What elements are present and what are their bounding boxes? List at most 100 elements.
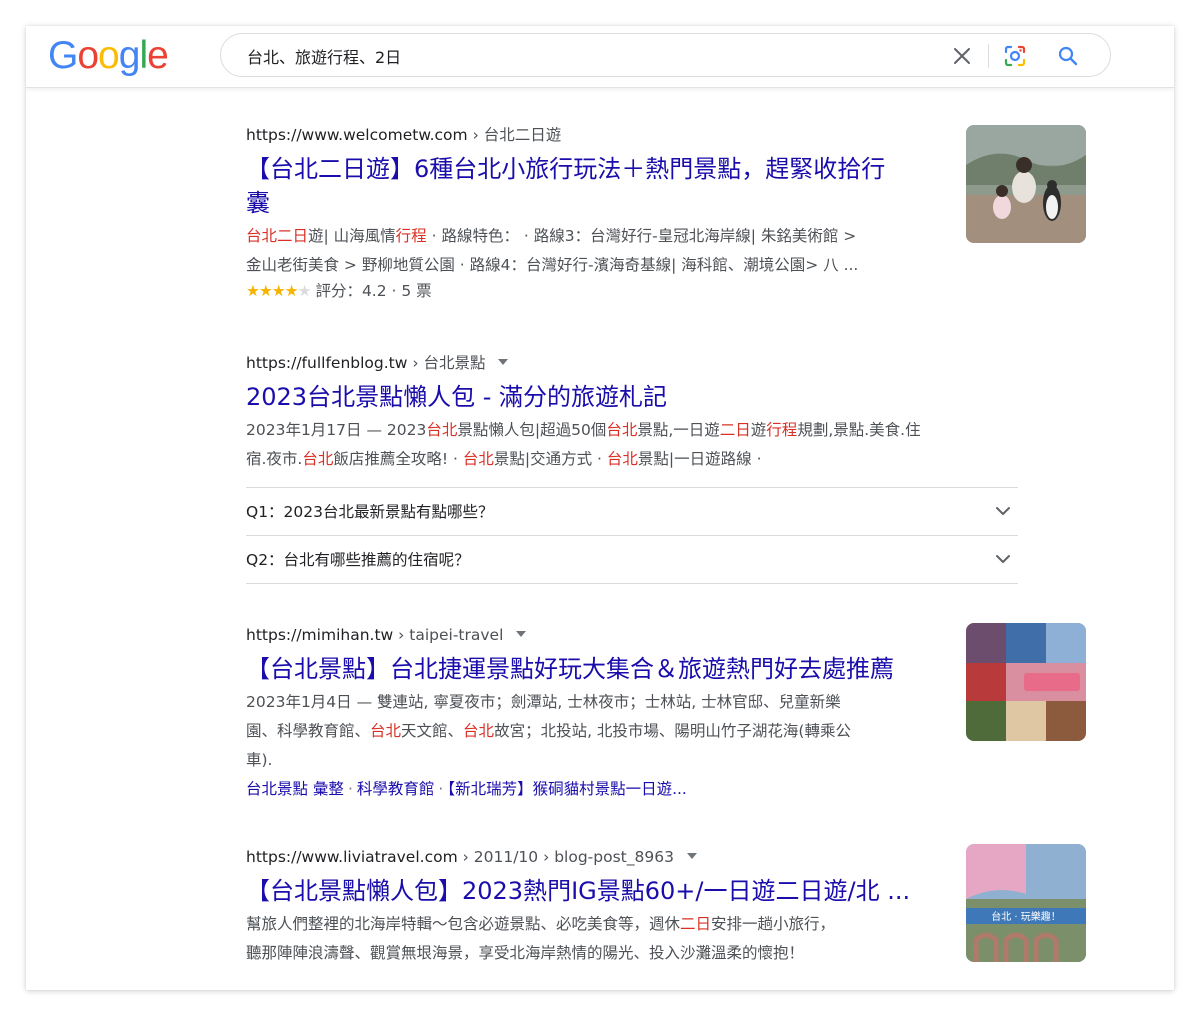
snippet-text: 飯店推薦全攻略! · — [333, 450, 463, 468]
snippet-highlight: 台北二日 — [246, 227, 309, 245]
chevron-down-icon[interactable] — [516, 630, 527, 637]
result-title[interactable]: 【台北二日遊】6種台北小旅行玩法＋熱門景點，趕緊收拾行 囊 — [246, 152, 946, 220]
search-header: Google — [26, 26, 1174, 88]
result-title[interactable]: 【台北景點懶人包】2023熱門IG景點60+/一日遊二日遊/北 ... — [246, 874, 946, 908]
lens-button[interactable] — [1001, 42, 1029, 70]
search-icon — [1058, 46, 1078, 66]
chevron-down-icon[interactable] — [686, 852, 697, 859]
sitelink-separator: · — [438, 780, 444, 798]
snippet-highlight: 行程 — [395, 227, 427, 245]
faq-item[interactable]: Q1：2023台北最新景點有點哪些？ — [246, 487, 1018, 535]
thumbnail-image — [966, 623, 1086, 741]
result-title[interactable]: 2023台北景點懶人包 - 滿分的旅遊札記 — [246, 380, 1046, 414]
snippet-text: 2023年1月4日 — 雙連站, 寧夏夜市；劍潭站, 士林夜市；士林站, 士林官… — [246, 693, 841, 711]
thumbnail-caption: 台北 · 玩樂趣！ — [991, 910, 1061, 923]
result-thumbnail[interactable] — [966, 623, 1086, 741]
thumbnail-image — [966, 125, 1086, 243]
logo-letter: l — [139, 34, 148, 77]
search-divider — [988, 44, 989, 68]
thumbnail-image: 台北 · 玩樂趣！ — [966, 844, 1086, 962]
chevron-down-icon — [996, 507, 1010, 515]
chevron-down-icon[interactable] — [498, 358, 509, 365]
logo-letter: o — [98, 34, 120, 77]
rating-text: 評分：4.2 · 5 票 — [315, 282, 432, 300]
camera-lens-icon — [1004, 45, 1026, 67]
close-icon — [954, 48, 970, 64]
result-thumbnail[interactable]: 台北 · 玩樂趣！ — [966, 844, 1086, 962]
snippet-text: 金山老街美食 > 野柳地質公園 · 路線4：台灣好行-濱海奇基線| 海科館、潮境… — [246, 256, 859, 274]
result-site: https://fullfenblog.tw — [246, 354, 408, 372]
snippet-text: 園、科學教育館、 — [246, 722, 371, 740]
chevron-down-icon — [996, 555, 1010, 563]
result-url[interactable]: https://mimihan.tw › taipei-travel — [246, 624, 1046, 646]
search-result: https://www.welcometw.com › 台北二日遊 【台北二日遊… — [246, 124, 1046, 302]
snippet-text: 聽那陣陣浪濤聲、觀賞無垠海景，享受北海岸熱情的陽光、投入沙灘溫柔的懷抱！ — [246, 944, 805, 962]
google-logo[interactable]: Google — [48, 34, 169, 78]
logo-letter: e — [147, 34, 169, 77]
logo-letter: G — [48, 34, 78, 77]
sitelink[interactable]: 台北景點 彙整 — [246, 780, 344, 798]
result-site: https://www.liviatravel.com — [246, 848, 458, 866]
snippet-text: 景點懶人包|超過50個 — [457, 421, 607, 439]
result-path: › 2011/10 › blog-post_8963 — [462, 848, 674, 866]
result-snippet: 2023年1月17日 — 2023台北景點懶人包|超過50個台北景點,一日遊二日… — [246, 416, 1018, 474]
result-path: › 台北二日遊 — [472, 126, 562, 144]
snippet-text: 遊 — [750, 421, 767, 439]
result-title-line: 囊 — [246, 189, 270, 217]
logo-letter: g — [118, 34, 141, 77]
snippet-text: · 路線特色： · 路線3：台灣好行-皇冠北海岸線| 朱銘美術館 > — [426, 227, 857, 245]
faq-divider — [246, 583, 1018, 584]
result-snippet: 幫旅人們整裡的北海岸特輯～包含必遊景點、必吃美食等，週休二日安排一趟小旅行， 聽… — [246, 910, 946, 968]
snippet-highlight: 行程 — [766, 421, 798, 439]
snippet-highlight: 台北 — [463, 722, 495, 740]
snippet-text: 安排一趟小旅行， — [711, 915, 836, 933]
snippet-text: 幫旅人們整裡的北海岸特輯～包含必遊景點、必吃美食等，週休 — [246, 915, 681, 933]
result-url[interactable]: https://fullfenblog.tw › 台北景點 — [246, 352, 1046, 374]
snippet-highlight: 台北 — [302, 450, 334, 468]
search-box — [220, 33, 1111, 77]
sitelink-separator: · — [347, 780, 353, 798]
snippet-text: 車). — [246, 751, 273, 769]
snippet-text: 景點|一日遊路線 · — [637, 450, 762, 468]
rating-stars: ★★★★★ — [246, 282, 311, 300]
snippet-highlight: 台北 — [370, 722, 402, 740]
snippet-highlight: 台北 — [606, 450, 638, 468]
snippet-highlight: 二日 — [680, 915, 712, 933]
result-url[interactable]: https://www.liviatravel.com › 2011/10 › … — [246, 846, 1046, 868]
snippet-text: 遊| 山海風情 — [308, 227, 396, 245]
sitelinks: 台北景點 彙整 · 科學教育館 · 【新北瑞芳】猴硐貓村景點一日遊... — [246, 775, 1046, 803]
snippet-text: 景點,一日遊 — [637, 421, 720, 439]
search-result: https://mimihan.tw › taipei-travel 【台北景點… — [246, 624, 1046, 803]
logo-letter: o — [77, 34, 99, 77]
snippet-text: 景點|交通方式 · — [493, 450, 607, 468]
snippet-text: 2023年1月17日 — 2023 — [246, 421, 427, 439]
result-path: › taipei-travel — [398, 626, 504, 644]
snippet-text: 故宮；北投站, 北投市場、陽明山竹子湖花海(轉乘公 — [494, 722, 851, 740]
sitelink[interactable]: 科學教育館 — [357, 780, 435, 798]
result-site: https://mimihan.tw — [246, 626, 394, 644]
result-url[interactable]: https://www.welcometw.com › 台北二日遊 — [246, 124, 1046, 146]
result-snippet: 台北二日遊| 山海風情行程 · 路線特色： · 路線3：台灣好行-皇冠北海岸線|… — [246, 222, 946, 280]
sitelink[interactable]: 【新北瑞芳】猴硐貓村景點一日遊... — [447, 780, 687, 798]
browser-frame: Google 台北、旅遊行程、2日 https://www.welcometw.… — [26, 26, 1174, 990]
snippet-highlight: 台北 — [462, 450, 494, 468]
result-snippet: 2023年1月4日 — 雙連站, 寧夏夜市；劍潭站, 士林夜市；士林站, 士林官… — [246, 688, 946, 775]
result-site: https://www.welcometw.com — [246, 126, 468, 144]
result-title[interactable]: 【台北景點】台北捷運景點好玩大集合＆旅遊熱門好去處推薦 — [246, 652, 946, 686]
snippet-text: 宿.夜市. — [246, 450, 303, 468]
snippet-highlight: 台北 — [606, 421, 638, 439]
result-thumbnail[interactable] — [966, 125, 1086, 243]
result-path: › 台北景點 — [412, 354, 486, 372]
search-input[interactable] — [247, 43, 927, 69]
search-button[interactable] — [1054, 42, 1082, 70]
search-result: https://fullfenblog.tw › 台北景點 2023台北景點懶人… — [246, 352, 1046, 474]
snippet-highlight: 台北 — [426, 421, 458, 439]
rating-row: ★★★★★ 評分：4.2 · 5 票 — [246, 280, 1046, 302]
snippet-highlight: 二日 — [719, 421, 751, 439]
faq-item[interactable]: Q2：台北有哪些推薦的住宿呢？ — [246, 535, 1018, 583]
search-result: https://www.liviatravel.com › 2011/10 › … — [246, 846, 1046, 968]
snippet-text: 規劃,景點.美食.住 — [797, 421, 921, 439]
snippet-text: 天文館、 — [401, 722, 464, 740]
clear-button[interactable] — [948, 42, 976, 70]
faq-question: Q2：台北有哪些推薦的住宿呢？ — [246, 551, 470, 569]
